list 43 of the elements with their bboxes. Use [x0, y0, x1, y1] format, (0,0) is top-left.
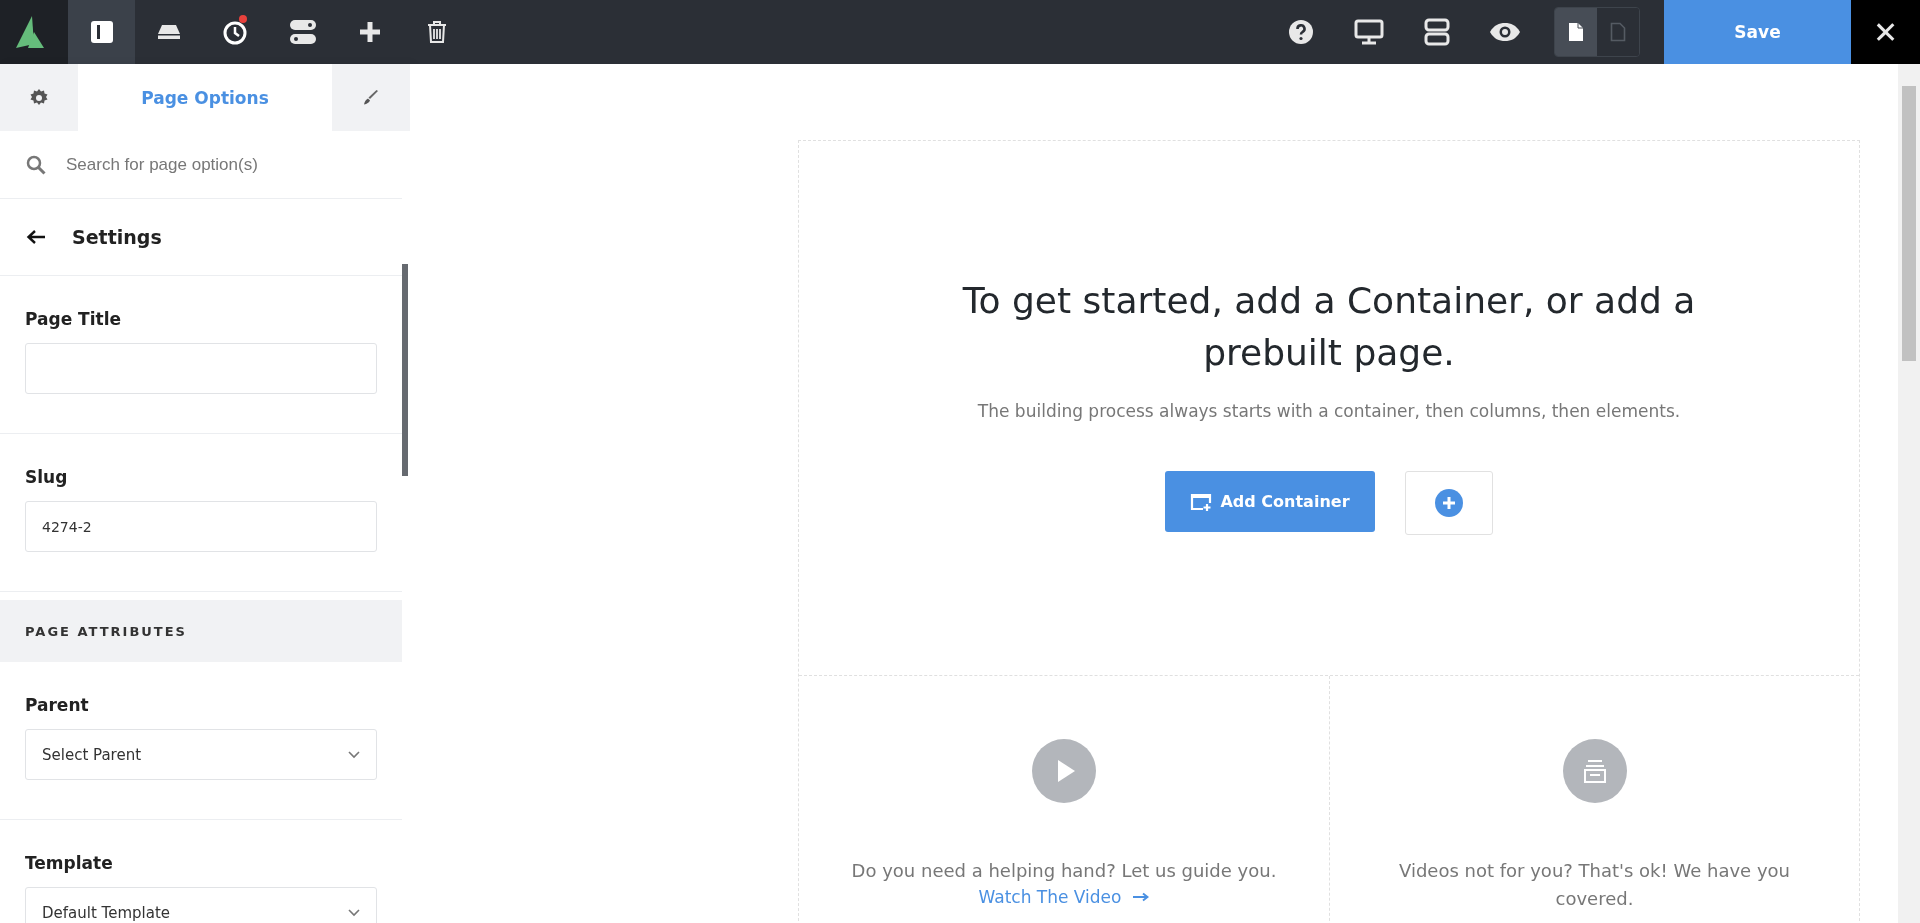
archive-icon — [1562, 739, 1627, 803]
help-icon — [1288, 19, 1314, 45]
trash-icon — [426, 21, 447, 43]
toggles-icon — [288, 19, 317, 45]
text-field[interactable] — [25, 343, 377, 394]
add-prebuilt-button[interactable] — [1405, 471, 1493, 535]
plus-circle-icon — [1435, 489, 1463, 517]
panel-title: Settings — [72, 226, 162, 248]
field-label: Template — [25, 853, 114, 873]
chevron-down-icon — [348, 908, 360, 917]
select-field[interactable]: Select Parent — [25, 729, 377, 780]
search-field[interactable]: Search for page option(s) — [64, 153, 376, 176]
scrollbar-thumb[interactable] — [402, 264, 408, 476]
arrow-right-icon — [1133, 892, 1150, 902]
page-icon — [1568, 22, 1584, 42]
text-field[interactable]: 4274-2 — [25, 501, 377, 552]
rows-icon — [1424, 18, 1450, 46]
play-icon — [1032, 739, 1096, 803]
view-toggle-button[interactable] — [1555, 8, 1597, 56]
field-label: Page Title — [25, 309, 122, 329]
toolbar-button[interactable] — [68, 0, 135, 64]
drive-icon — [156, 22, 181, 42]
section-heading: PAGE ATTRIBUTES — [0, 600, 402, 662]
select-field[interactable]: Default Template — [25, 887, 377, 923]
back-arrow-icon[interactable] — [26, 229, 46, 245]
container-add-icon — [1190, 492, 1213, 511]
subtitle: The building process always starts with a container, then columns, then elements. — [977, 401, 1681, 421]
close-button[interactable]: ✕ — [1851, 0, 1920, 64]
heading: To get started, add a Container, or add a prebuilt page. — [961, 279, 1697, 375]
page-icon — [1610, 22, 1626, 42]
scrollbar-thumb[interactable] — [1902, 86, 1916, 361]
field-label: Slug — [25, 467, 69, 487]
notification-dot — [239, 15, 247, 23]
monitor-icon — [1354, 19, 1384, 45]
eye-icon — [1489, 22, 1521, 42]
search-icon — [26, 154, 46, 175]
brush-icon — [363, 89, 379, 106]
plus-icon — [358, 21, 381, 43]
field-label: Parent — [25, 695, 90, 715]
card-text: Do you need a helping hand? Let us guide you. — [850, 859, 1278, 883]
sidebar-icon — [89, 20, 114, 44]
card-text: Videos not for you? That's ok! We have you covered. — [1398, 859, 1791, 911]
chevron-down-icon — [348, 750, 360, 759]
